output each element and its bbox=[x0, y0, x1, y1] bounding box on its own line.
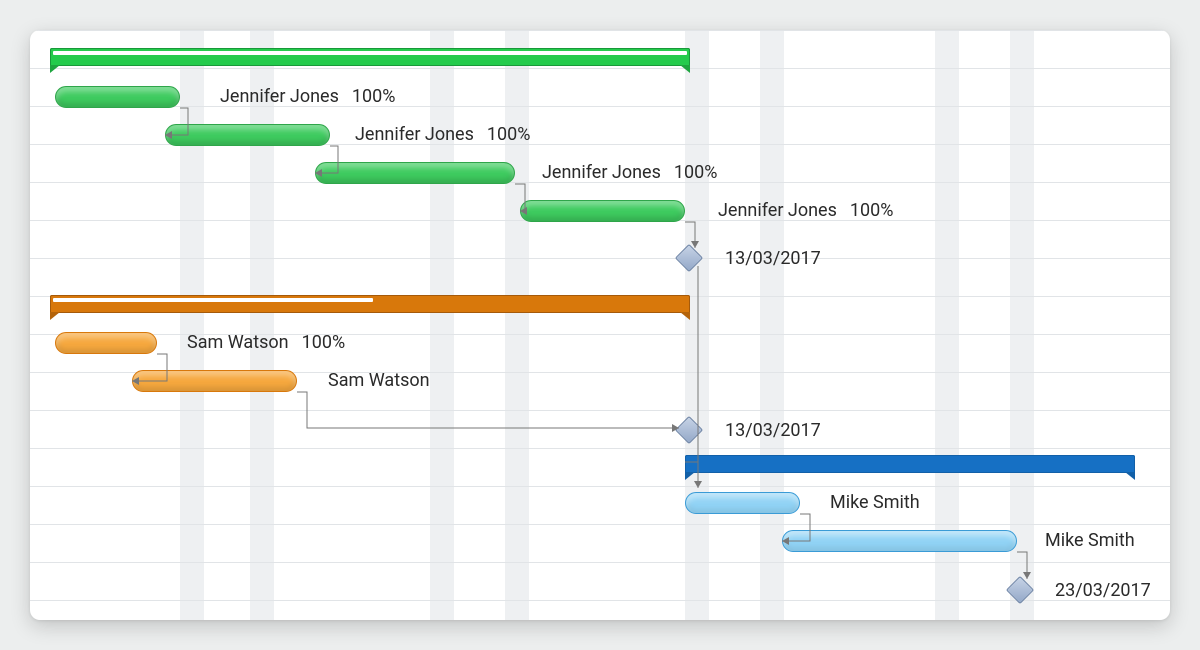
gantt-chart: Jennifer Jones100% Jennifer Jones100% Je… bbox=[30, 30, 1170, 620]
dependency-arrows bbox=[30, 30, 1170, 620]
